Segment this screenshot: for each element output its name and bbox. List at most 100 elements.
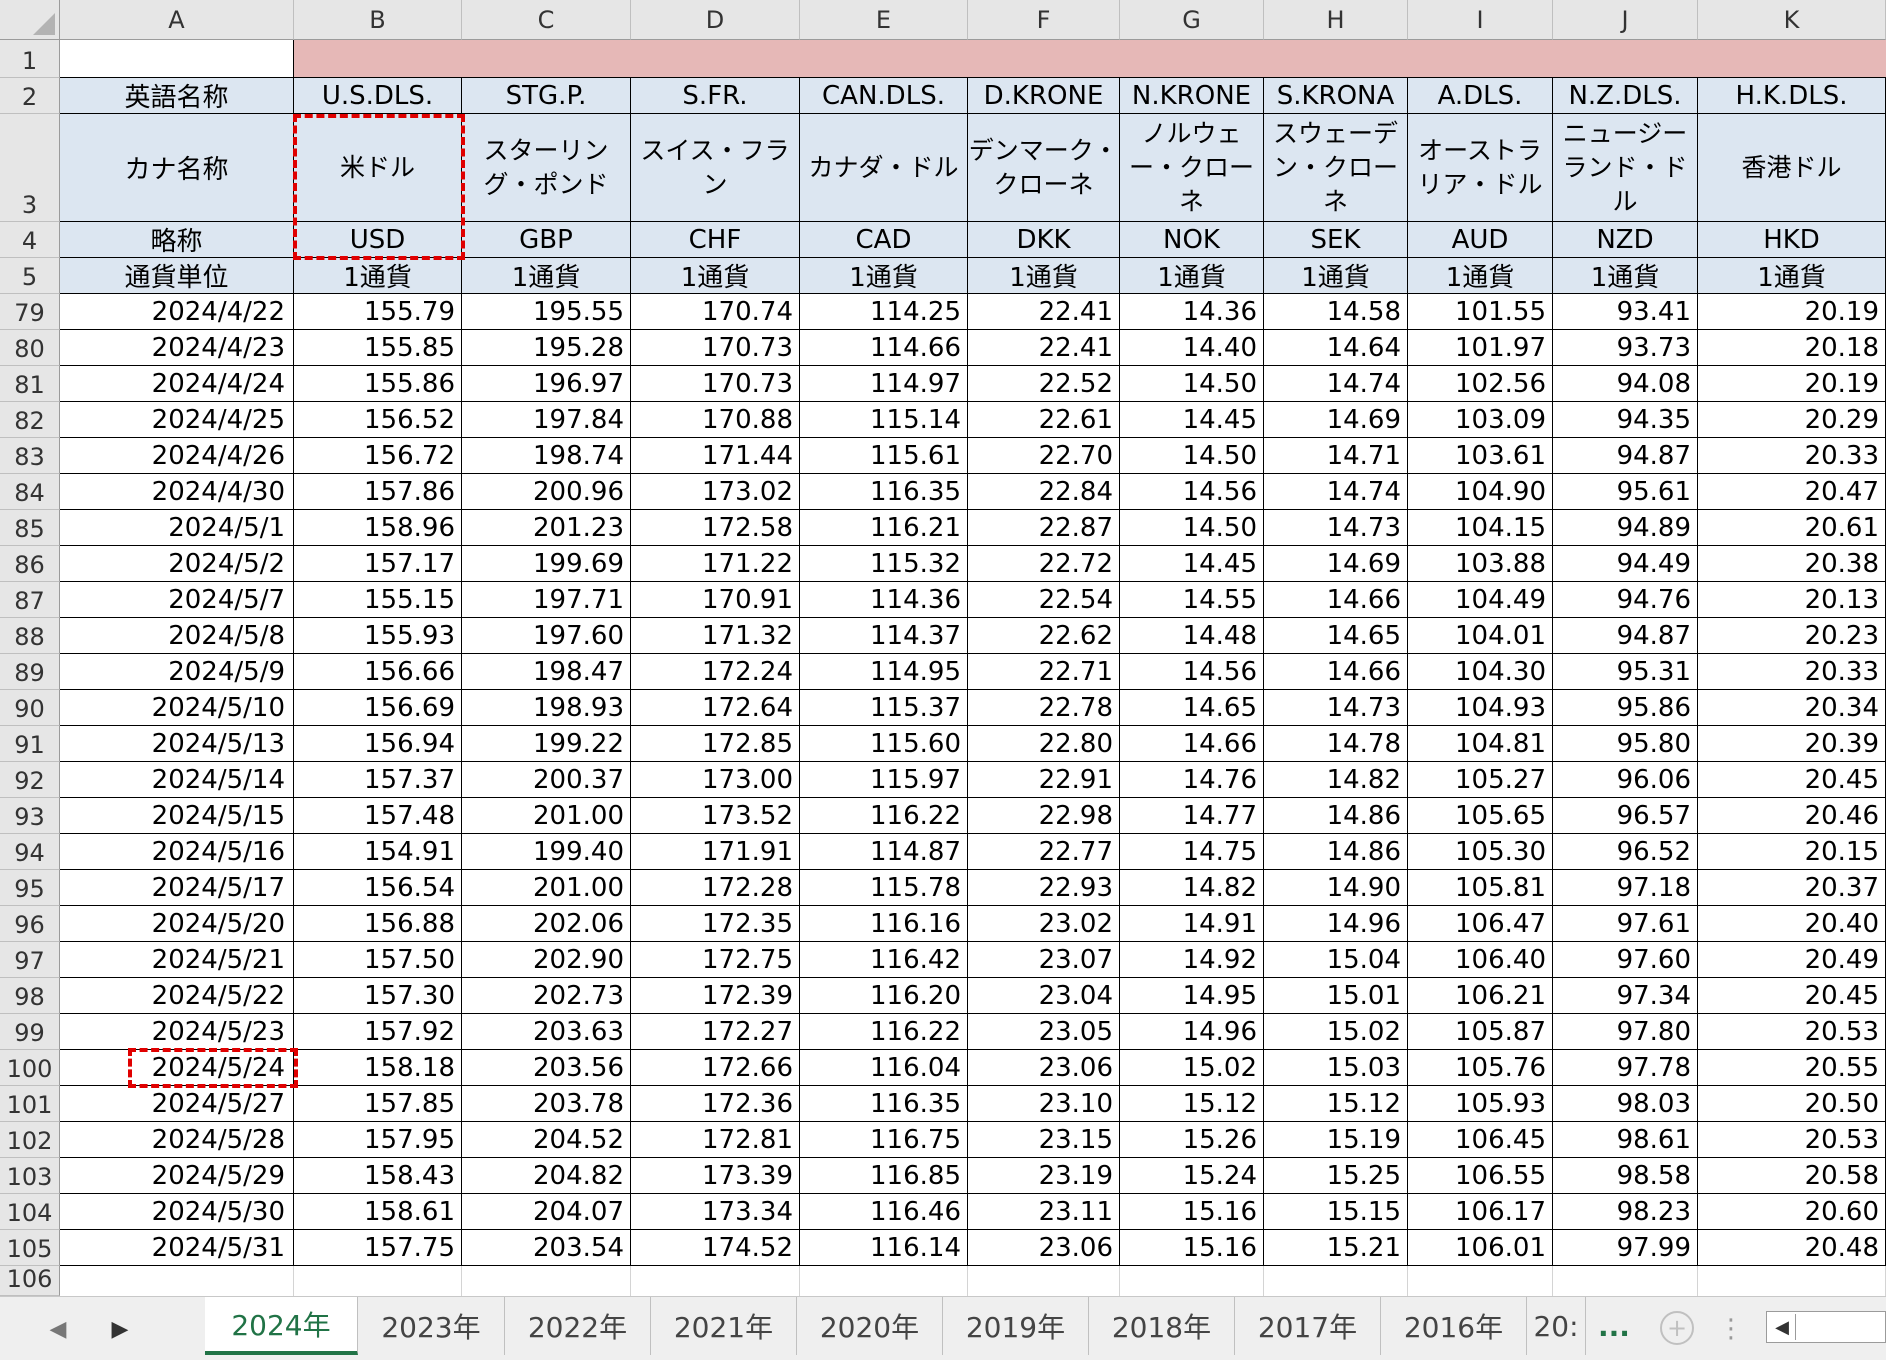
scroll-left-icon[interactable]: ◀ xyxy=(1769,1314,1796,1340)
header-row4-I[interactable]: AUD xyxy=(1408,222,1553,258)
more-options-icon[interactable]: ⋮ xyxy=(1706,1297,1756,1361)
rate-cell-K[interactable]: 20.46 xyxy=(1698,798,1886,834)
rate-cell-H[interactable]: 14.78 xyxy=(1264,726,1408,762)
rate-cell-H[interactable]: 14.69 xyxy=(1264,402,1408,438)
row-header-2[interactable]: 2 xyxy=(0,78,60,114)
rate-cell-K[interactable]: 20.15 xyxy=(1698,834,1886,870)
empty-cell[interactable] xyxy=(462,1266,631,1296)
rate-cell-H[interactable]: 14.96 xyxy=(1264,906,1408,942)
rate-cell-C[interactable]: 203.63 xyxy=(462,1014,631,1050)
rate-cell-D[interactable]: 172.27 xyxy=(631,1014,800,1050)
rate-cell-F[interactable]: 22.62 xyxy=(968,618,1120,654)
rate-cell-F[interactable]: 23.15 xyxy=(968,1122,1120,1158)
tab-2019年[interactable]: 2019年 xyxy=(943,1297,1089,1355)
rate-cell-B[interactable]: 155.85 xyxy=(294,330,462,366)
rate-cell-C[interactable]: 197.84 xyxy=(462,402,631,438)
rate-cell-I[interactable]: 103.09 xyxy=(1408,402,1553,438)
rate-cell-G[interactable]: 14.36 xyxy=(1120,294,1264,330)
header-row2-D[interactable]: S.FR. xyxy=(631,78,800,114)
header-row2-I[interactable]: A.DLS. xyxy=(1408,78,1553,114)
row-header-86[interactable]: 86 xyxy=(0,546,60,582)
rate-cell-J[interactable]: 94.35 xyxy=(1553,402,1698,438)
rate-cell-I[interactable]: 106.17 xyxy=(1408,1194,1553,1230)
title-bar-merged-cell[interactable] xyxy=(294,40,1886,78)
rate-cell-E[interactable]: 116.14 xyxy=(800,1230,968,1266)
rate-cell-G[interactable]: 14.95 xyxy=(1120,978,1264,1014)
header-row4-A[interactable]: 略称 xyxy=(60,222,294,258)
rate-cell-I[interactable]: 106.01 xyxy=(1408,1230,1553,1266)
rate-cell-B[interactable]: 155.93 xyxy=(294,618,462,654)
rate-cell-G[interactable]: 14.96 xyxy=(1120,1014,1264,1050)
rate-cell-I[interactable]: 105.27 xyxy=(1408,762,1553,798)
rate-cell-B[interactable]: 156.69 xyxy=(294,690,462,726)
column-header-D[interactable]: D xyxy=(631,0,800,40)
rate-cell-C[interactable]: 199.22 xyxy=(462,726,631,762)
rate-cell-E[interactable]: 116.75 xyxy=(800,1122,968,1158)
rate-cell-I[interactable]: 104.15 xyxy=(1408,510,1553,546)
rate-cell-I[interactable]: 105.65 xyxy=(1408,798,1553,834)
rate-cell-D[interactable]: 172.58 xyxy=(631,510,800,546)
rate-cell-G[interactable]: 14.48 xyxy=(1120,618,1264,654)
rate-cell-F[interactable]: 22.70 xyxy=(968,438,1120,474)
rate-cell-E[interactable]: 115.78 xyxy=(800,870,968,906)
rate-cell-K[interactable]: 20.33 xyxy=(1698,438,1886,474)
rate-cell-H[interactable]: 15.21 xyxy=(1264,1230,1408,1266)
header-row4-B[interactable]: USD xyxy=(294,222,462,258)
rate-cell-C[interactable]: 197.71 xyxy=(462,582,631,618)
rate-cell-J[interactable]: 97.34 xyxy=(1553,978,1698,1014)
rate-cell-I[interactable]: 103.61 xyxy=(1408,438,1553,474)
header-row4-C[interactable]: GBP xyxy=(462,222,631,258)
column-header-A[interactable]: A xyxy=(60,0,294,40)
header-row5-E[interactable]: 1通貨 xyxy=(800,258,968,294)
rate-cell-I[interactable]: 104.81 xyxy=(1408,726,1553,762)
row-header-96[interactable]: 96 xyxy=(0,906,60,942)
rate-cell-B[interactable]: 157.75 xyxy=(294,1230,462,1266)
date-cell[interactable]: 2024/5/13 xyxy=(60,726,294,762)
date-cell[interactable]: 2024/5/30 xyxy=(60,1194,294,1230)
header-row3-J[interactable]: ニュージーランド・ドル xyxy=(1553,114,1698,222)
rate-cell-F[interactable]: 23.07 xyxy=(968,942,1120,978)
rate-cell-E[interactable]: 114.37 xyxy=(800,618,968,654)
rate-cell-J[interactable]: 96.57 xyxy=(1553,798,1698,834)
rate-cell-B[interactable]: 155.79 xyxy=(294,294,462,330)
header-row2-B[interactable]: U.S.DLS. xyxy=(294,78,462,114)
rate-cell-B[interactable]: 157.48 xyxy=(294,798,462,834)
rate-cell-J[interactable]: 97.80 xyxy=(1553,1014,1698,1050)
header-row4-K[interactable]: HKD xyxy=(1698,222,1886,258)
rate-cell-G[interactable]: 15.16 xyxy=(1120,1194,1264,1230)
rate-cell-C[interactable]: 197.60 xyxy=(462,618,631,654)
rate-cell-C[interactable]: 200.96 xyxy=(462,474,631,510)
header-row2-K[interactable]: H.K.DLS. xyxy=(1698,78,1886,114)
rate-cell-I[interactable]: 105.76 xyxy=(1408,1050,1553,1086)
rate-cell-J[interactable]: 97.99 xyxy=(1553,1230,1698,1266)
empty-cell[interactable] xyxy=(1408,1266,1553,1296)
rate-cell-H[interactable]: 14.90 xyxy=(1264,870,1408,906)
rate-cell-G[interactable]: 14.76 xyxy=(1120,762,1264,798)
rate-cell-I[interactable]: 104.90 xyxy=(1408,474,1553,510)
rate-cell-K[interactable]: 20.39 xyxy=(1698,726,1886,762)
rate-cell-F[interactable]: 23.10 xyxy=(968,1086,1120,1122)
row-header-82[interactable]: 82 xyxy=(0,402,60,438)
rate-cell-C[interactable]: 200.37 xyxy=(462,762,631,798)
rate-cell-I[interactable]: 106.45 xyxy=(1408,1122,1553,1158)
row-header-79[interactable]: 79 xyxy=(0,294,60,330)
header-row2-F[interactable]: D.KRONE xyxy=(968,78,1120,114)
rate-cell-K[interactable]: 20.13 xyxy=(1698,582,1886,618)
row-header-87[interactable]: 87 xyxy=(0,582,60,618)
rate-cell-F[interactable]: 22.93 xyxy=(968,870,1120,906)
rate-cell-B[interactable]: 158.96 xyxy=(294,510,462,546)
row-header-89[interactable]: 89 xyxy=(0,654,60,690)
tab-2017年[interactable]: 2017年 xyxy=(1235,1297,1381,1355)
rate-cell-F[interactable]: 23.06 xyxy=(968,1050,1120,1086)
rate-cell-B[interactable]: 155.15 xyxy=(294,582,462,618)
date-cell[interactable]: 2024/4/23 xyxy=(60,330,294,366)
rate-cell-D[interactable]: 171.44 xyxy=(631,438,800,474)
rate-cell-E[interactable]: 115.37 xyxy=(800,690,968,726)
rate-cell-B[interactable]: 156.54 xyxy=(294,870,462,906)
date-cell[interactable]: 2024/4/25 xyxy=(60,402,294,438)
date-cell[interactable]: 2024/5/27 xyxy=(60,1086,294,1122)
header-row4-J[interactable]: NZD xyxy=(1553,222,1698,258)
rate-cell-K[interactable]: 20.18 xyxy=(1698,330,1886,366)
row-header-4[interactable]: 4 xyxy=(0,222,60,258)
rate-cell-F[interactable]: 22.41 xyxy=(968,330,1120,366)
